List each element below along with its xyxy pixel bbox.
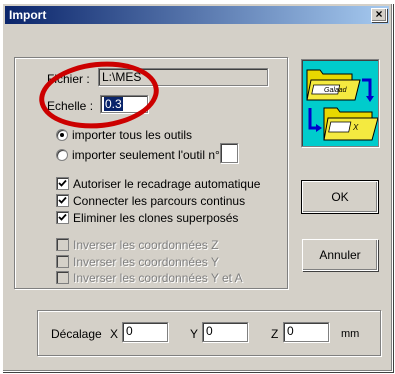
offset-x-input[interactable]: 0 bbox=[122, 322, 168, 342]
check-icon bbox=[58, 213, 67, 221]
connect-paths-checkbox[interactable] bbox=[56, 194, 69, 207]
scale-value: 0.3 bbox=[104, 97, 123, 111]
radio-selected-dot bbox=[60, 133, 64, 137]
import-dialog: Import × Fichier : L:\MES Echelle : 0.3 … bbox=[2, 3, 393, 372]
ok-label: OK bbox=[331, 190, 349, 204]
offset-label: Décalage bbox=[51, 327, 102, 341]
offset-z-input[interactable]: 0 bbox=[283, 322, 329, 342]
offset-unit-label: mm bbox=[341, 328, 360, 340]
file-field: L:\MES bbox=[98, 68, 268, 86]
invert-ya-label: Inverser les coordonnées Y et A bbox=[73, 271, 243, 285]
remove-clones-label[interactable]: Eliminer les clones superposés bbox=[73, 211, 238, 225]
offset-x-label: X bbox=[110, 327, 119, 341]
cancel-button[interactable]: Annuler bbox=[302, 239, 378, 271]
offset-y-input[interactable]: 0 bbox=[202, 322, 248, 342]
connect-paths-label[interactable]: Connecter les parcours continus bbox=[73, 194, 245, 208]
auto-reframe-label[interactable]: Autoriser le recadrage automatique bbox=[73, 177, 260, 191]
invert-z-label: Inverser les coordonnées Z bbox=[73, 238, 219, 252]
scale-label: Echelle : bbox=[47, 99, 94, 113]
check-icon bbox=[58, 196, 67, 204]
folder-import-icon: Galaad X bbox=[306, 69, 379, 141]
window-title: Import bbox=[9, 8, 47, 22]
import-one-label[interactable]: importer seulement l'outil n° bbox=[72, 148, 220, 162]
cancel-label: Annuler bbox=[319, 248, 361, 262]
close-icon: × bbox=[375, 7, 383, 21]
remove-clones-checkbox[interactable] bbox=[56, 211, 69, 224]
title-bar[interactable]: Import × bbox=[5, 6, 389, 24]
file-label: Fichier : bbox=[47, 72, 90, 86]
import-all-radio[interactable] bbox=[56, 129, 68, 141]
import-all-label[interactable]: importer tous les outils bbox=[72, 128, 192, 142]
invert-y-checkbox[interactable] bbox=[56, 255, 69, 268]
tool-number-input[interactable] bbox=[220, 143, 238, 163]
offset-z-label: Z bbox=[271, 327, 279, 341]
close-button[interactable]: × bbox=[371, 8, 387, 22]
invert-y-label: Inverser les coordonnées Y bbox=[73, 255, 219, 269]
ok-button[interactable]: OK bbox=[301, 180, 379, 214]
top-folder-text: Galaad bbox=[324, 87, 348, 94]
bottom-folder-text: X bbox=[352, 123, 359, 132]
invert-z-checkbox[interactable] bbox=[56, 238, 69, 251]
invert-ya-checkbox[interactable] bbox=[56, 271, 69, 284]
auto-reframe-checkbox[interactable] bbox=[56, 177, 69, 190]
import-one-radio[interactable] bbox=[56, 149, 68, 161]
check-icon bbox=[58, 179, 67, 187]
scale-input[interactable]: 0.3 bbox=[100, 95, 148, 113]
offset-y-label: Y bbox=[190, 327, 199, 341]
import-illustration: Galaad X bbox=[301, 59, 379, 147]
